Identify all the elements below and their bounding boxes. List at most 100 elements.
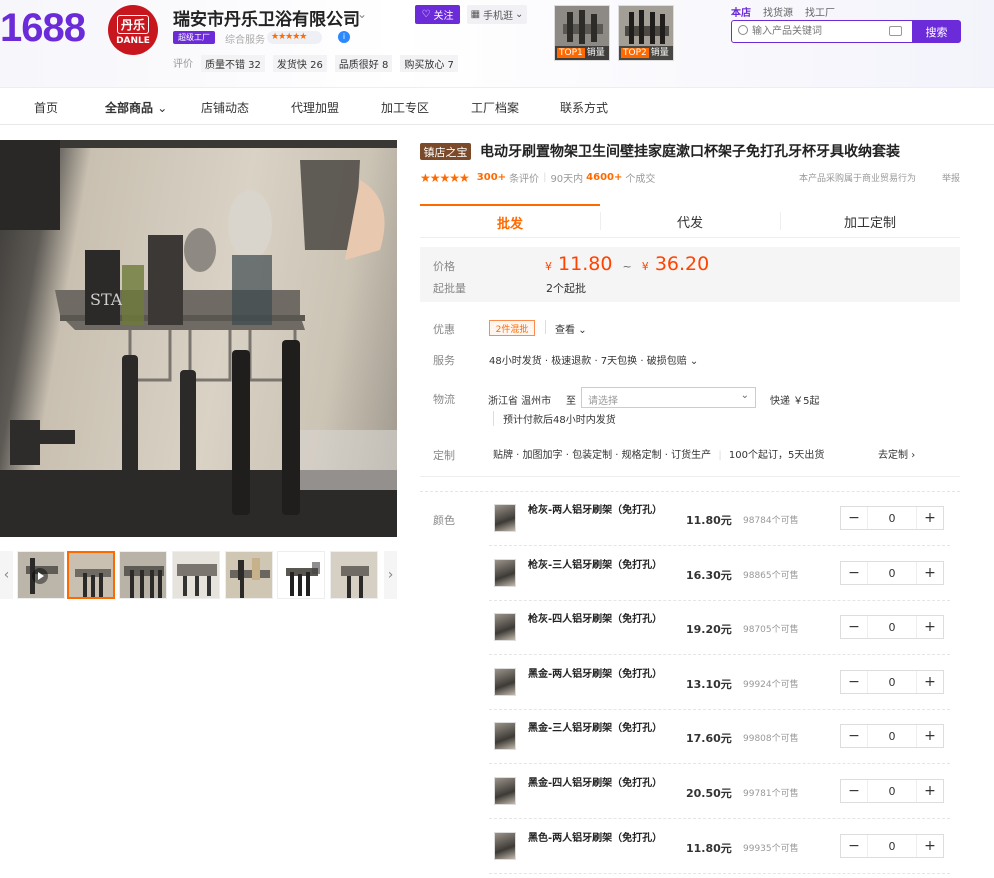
sku-stock: 99924个可售	[743, 680, 799, 690]
sku-name: 枪灰-两人铝牙刷架（免打孔）	[528, 505, 663, 516]
range-separator: ~	[622, 260, 632, 273]
thumbnail-2[interactable]	[119, 551, 167, 599]
report-link[interactable]: 举报	[942, 171, 960, 184]
promo-view-link[interactable]: 查看 ⌄	[555, 321, 587, 336]
tab-dropship[interactable]: 代发	[600, 204, 780, 238]
mobile-browse-button[interactable]: ▦ 手机逛 ⌄	[467, 5, 527, 24]
search-icon	[738, 25, 748, 35]
info-icon[interactable]: i	[338, 31, 350, 43]
rating-label: 评价	[173, 59, 193, 70]
nav-contact[interactable]: 联系方式	[560, 99, 608, 116]
moq-label: 起批量	[433, 282, 466, 295]
chevron-left-icon[interactable]: ‹	[0, 551, 13, 599]
search-tab-factory[interactable]: 找工厂	[805, 4, 835, 19]
chevron-down-icon[interactable]: ⌄	[357, 7, 367, 21]
service-score-label: 综合服务	[225, 35, 265, 46]
thumbnail-1[interactable]	[67, 551, 115, 599]
video-thumbnail-image	[18, 552, 64, 598]
thumbnail-3[interactable]	[172, 551, 220, 599]
chevron-right-icon[interactable]: ›	[384, 551, 397, 599]
sku-image[interactable]	[494, 559, 516, 587]
search-input[interactable]	[752, 23, 892, 40]
custom-options: 贴牌 · 加图加字 · 包装定制 · 规格定制 · 订货生产 | 100个起订，…	[493, 446, 824, 461]
thumbnail-5[interactable]	[277, 551, 325, 599]
region-select[interactable]: 请选择 ⌄	[581, 387, 756, 408]
nav-all-products[interactable]: 全部商品 ⌄	[105, 99, 167, 116]
thumbnail-6[interactable]	[330, 551, 378, 599]
camera-icon[interactable]	[889, 26, 902, 36]
nav-factory-profile[interactable]: 工厂档案	[471, 99, 519, 116]
top-product-1[interactable]: TOP1 销量	[554, 5, 610, 61]
shop-name[interactable]: 瑞安市丹乐卫浴有限公司	[173, 5, 360, 30]
minus-button[interactable]: −	[841, 835, 867, 857]
follow-button[interactable]: ♡ 关注	[415, 5, 460, 24]
quantity-input[interactable]: 0	[867, 616, 917, 638]
minus-button[interactable]: −	[841, 671, 867, 693]
plus-button[interactable]: +	[917, 835, 943, 857]
reviews-count[interactable]: 300+	[477, 172, 506, 183]
nav-home[interactable]: 首页	[34, 99, 58, 116]
search-tab-store[interactable]: 本店	[731, 4, 751, 19]
minus-button[interactable]: −	[841, 725, 867, 747]
nav-shop-news[interactable]: 店铺动态	[201, 99, 249, 116]
search-button[interactable]: 搜索	[912, 20, 961, 43]
search-tab-source[interactable]: 找货源	[763, 4, 793, 19]
sku-price: 20.50元	[686, 787, 732, 800]
nav-processing[interactable]: 加工专区	[381, 99, 429, 116]
site-logo[interactable]: 1688	[0, 6, 86, 51]
sku-name: 枪灰-三人铝牙刷架（免打孔）	[528, 560, 663, 571]
sku-image[interactable]	[494, 613, 516, 641]
sku-stock: 99935个可售	[743, 844, 799, 854]
sku-image[interactable]	[494, 832, 516, 860]
minus-button[interactable]: −	[841, 562, 867, 584]
quantity-input[interactable]: 0	[867, 725, 917, 747]
quantity-stepper: − 0 +	[840, 561, 944, 585]
nav-franchise[interactable]: 代理加盟	[291, 99, 339, 116]
quantity-input[interactable]: 0	[867, 835, 917, 857]
sku-row: 枪灰-四人铝牙刷架（免打孔） 19.20元 98705个可售 − 0 +	[489, 601, 950, 655]
tab-wholesale[interactable]: 批发	[420, 204, 600, 238]
top-rank: TOP2	[621, 48, 649, 58]
service-text: 48小时发货 · 极速退款 · 7天包换 · 破损包赔	[489, 356, 687, 367]
minus-button[interactable]: −	[841, 780, 867, 802]
sku-image[interactable]	[494, 668, 516, 696]
sku-price: 13.10元	[686, 678, 732, 691]
shop-logo[interactable]: 丹乐 DANLE	[108, 5, 158, 55]
ship-to-label: 至	[566, 396, 576, 407]
minus-button[interactable]: −	[841, 507, 867, 529]
quantity-input[interactable]: 0	[867, 671, 917, 693]
sku-name: 黑金-四人铝牙刷架（免打孔）	[528, 778, 663, 789]
quantity-input[interactable]: 0	[867, 780, 917, 802]
sku-price: 11.80元	[686, 514, 732, 527]
plus-button[interactable]: +	[917, 616, 943, 638]
sku-row: 枪灰-三人铝牙刷架（免打孔） 16.30元 98865个可售 − 0 +	[489, 547, 950, 601]
thumbnail-strip: ‹ ›	[0, 551, 397, 599]
plus-button[interactable]: +	[917, 725, 943, 747]
rating-tag: 品质很好 8	[334, 55, 393, 72]
sku-name: 枪灰-四人铝牙刷架（免打孔）	[528, 614, 663, 625]
sku-image[interactable]	[494, 722, 516, 750]
plus-button[interactable]: +	[917, 671, 943, 693]
minus-button[interactable]: −	[841, 616, 867, 638]
sku-image[interactable]	[494, 777, 516, 805]
thumbnail-4[interactable]	[225, 551, 273, 599]
service-guarantees[interactable]: 48小时发货 · 极速退款 · 7天包换 · 破损包赔 ⌄	[489, 352, 698, 367]
plus-button[interactable]: +	[917, 780, 943, 802]
main-product-image[interactable]: STA	[0, 140, 397, 537]
shop-logo-en: DANLE	[116, 35, 150, 46]
service-label: 服务	[433, 354, 455, 367]
svg-text:STA: STA	[90, 290, 123, 309]
thumbnail-video[interactable]	[17, 551, 65, 599]
sku-stock: 99808个可售	[743, 734, 799, 744]
follow-label: 关注	[433, 11, 454, 22]
quantity-input[interactable]: 0	[867, 562, 917, 584]
chevron-down-icon: ⌄	[578, 325, 587, 336]
plus-button[interactable]: +	[917, 562, 943, 584]
go-customize-link[interactable]: 去定制 ›	[878, 446, 915, 461]
tab-custom-processing[interactable]: 加工定制	[780, 204, 960, 238]
top-product-2[interactable]: TOP2 销量	[618, 5, 674, 61]
plus-button[interactable]: +	[917, 507, 943, 529]
quantity-input[interactable]: 0	[867, 507, 917, 529]
promo-label: 优惠	[433, 323, 455, 336]
sku-image[interactable]	[494, 504, 516, 532]
